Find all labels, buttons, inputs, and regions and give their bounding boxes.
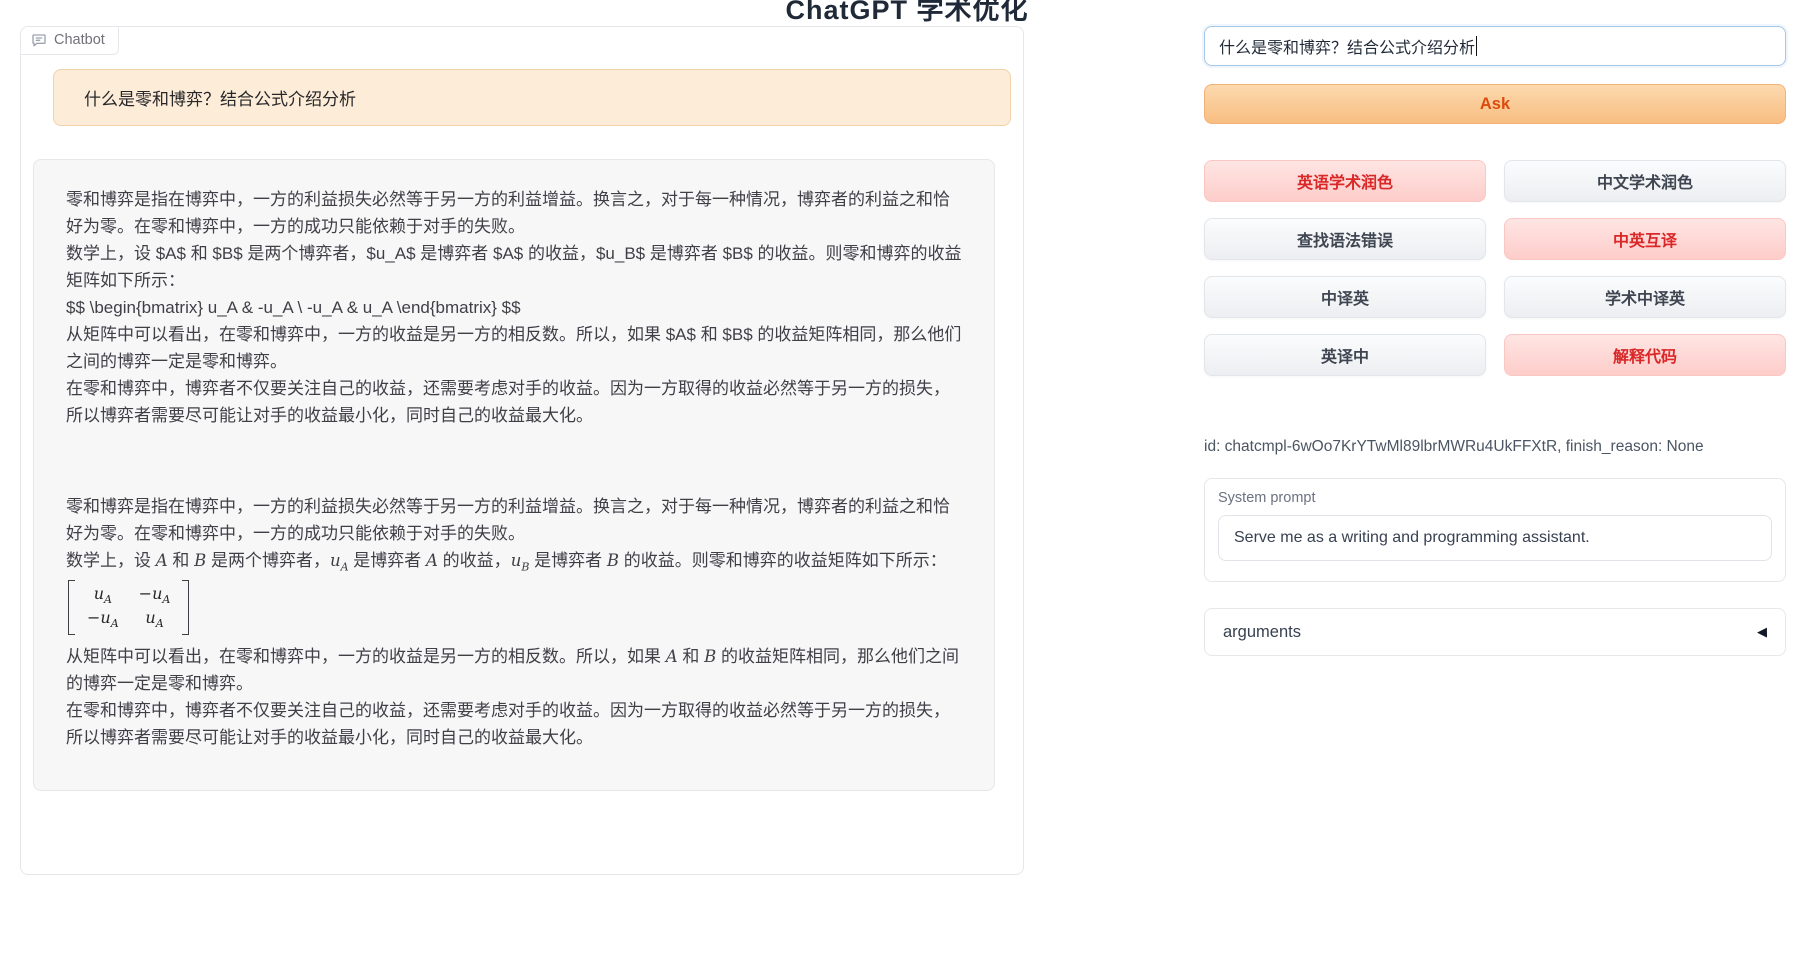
- collapse-arrow-icon: ◀: [1757, 624, 1767, 640]
- zh-to-en-button[interactable]: 中译英: [1204, 276, 1486, 318]
- explain-code-button[interactable]: 解释代码: [1504, 334, 1786, 376]
- bot-paragraph: 零和博弈是指在博弈中，一方的利益损失必然等于另一方的利益增益。换言之，对于每一种…: [66, 493, 962, 547]
- academic-zh-to-en-button[interactable]: 学术中译英: [1504, 276, 1786, 318]
- chatbot-panel: Chatbot 什么是零和博弈？结合公式介绍分析 零和博弈是指在博弈中，一方的利…: [20, 26, 1024, 875]
- en-to-zh-button[interactable]: 英译中: [1204, 334, 1486, 376]
- ask-button[interactable]: Ask: [1204, 84, 1786, 124]
- page-title: ChatGPT 学术优化: [0, 0, 1814, 29]
- zh-en-mutual-translate-button[interactable]: 中英互译: [1504, 218, 1786, 260]
- matrix-cell: uA: [139, 608, 171, 631]
- bot-paragraph: 在零和博弈中，博弈者不仅要关注自己的收益，还需要考虑对手的收益。因为一方取得的收…: [66, 375, 962, 429]
- matrix-cell: uA: [87, 584, 119, 607]
- bot-answer-rendered: 零和博弈是指在博弈中，一方的利益损失必然等于另一方的利益增益。换言之，对于每一种…: [66, 493, 962, 751]
- question-input[interactable]: 什么是零和博弈？结合公式介绍分析: [1204, 26, 1786, 66]
- bot-section-gap: [66, 429, 962, 493]
- text-cursor: [1476, 36, 1477, 56]
- chinese-academic-polish-button[interactable]: 中文学术润色: [1504, 160, 1786, 202]
- chat-bubble-icon: [31, 32, 47, 48]
- payoff-matrix: uA −uA −uA uA: [68, 580, 189, 635]
- matrix-left-bracket: [68, 580, 75, 635]
- arguments-accordion-header[interactable]: arguments ◀: [1204, 608, 1786, 656]
- bot-paragraph: 从矩阵中可以看出，在零和博弈中，一方的收益是另一方的相反数。所以，如果 $A$ …: [66, 321, 962, 375]
- bot-paragraph: 零和博弈是指在博弈中，一方的利益损失必然等于另一方的利益增益。换言之，对于每一种…: [66, 186, 962, 240]
- bot-latex-source: $$ \begin{bmatrix} u_A & -u_A \ -u_A & u…: [66, 294, 962, 321]
- user-message: 什么是零和博弈？结合公式介绍分析: [53, 69, 1011, 126]
- bot-paragraph-with-math: 从矩阵中可以看出，在零和博弈中，一方的收益是另一方的相反数。所以，如果 A 和 …: [66, 643, 962, 697]
- chatbot-label: Chatbot: [21, 27, 119, 55]
- function-button-grid: 英语学术润色 中文学术润色 查找语法错误 中英互译 中译英 学术中译英 英译中 …: [1204, 160, 1786, 376]
- find-grammar-errors-button[interactable]: 查找语法错误: [1204, 218, 1486, 260]
- bot-message: 零和博弈是指在博弈中，一方的利益损失必然等于另一方的利益增益。换言之，对于每一种…: [33, 159, 995, 791]
- english-academic-polish-button[interactable]: 英语学术润色: [1204, 160, 1486, 202]
- bot-paragraph: 在零和博弈中，博弈者不仅要关注自己的收益，还需要考虑对手的收益。因为一方取得的收…: [66, 697, 962, 751]
- system-prompt-block: System prompt Serve me as a writing and …: [1204, 478, 1786, 582]
- bot-answer-raw: 零和博弈是指在博弈中，一方的利益损失必然等于另一方的利益增益。换言之，对于每一种…: [66, 186, 962, 429]
- matrix-cell: −uA: [87, 608, 119, 631]
- bot-paragraph-with-math: 数学上，设 A 和 B 是两个博弈者，uA 是博弈者 A 的收益，uB 是博弈者…: [66, 547, 962, 576]
- matrix-right-bracket: [182, 580, 189, 635]
- system-prompt-value: Serve me as a writing and programming as…: [1234, 529, 1590, 547]
- status-text: id: chatcmpl-6wOo7KrYTwMl89lbrMWRu4UkFFX…: [1204, 438, 1786, 456]
- user-message-text: 什么是零和博弈？结合公式介绍分析: [84, 85, 356, 110]
- chatbot-label-text: Chatbot: [54, 32, 105, 48]
- system-prompt-label: System prompt: [1218, 490, 1772, 506]
- bot-paragraph: 数学上，设 $A$ 和 $B$ 是两个博弈者，$u_A$ 是博弈者 $A$ 的收…: [66, 240, 962, 294]
- system-prompt-input[interactable]: Serve me as a writing and programming as…: [1218, 515, 1772, 561]
- matrix-cell: −uA: [139, 584, 171, 607]
- question-input-value: 什么是零和博弈？结合公式介绍分析: [1219, 34, 1475, 58]
- arguments-accordion-label: arguments: [1223, 623, 1301, 642]
